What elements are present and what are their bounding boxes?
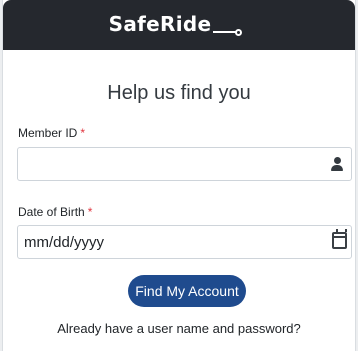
brand-name: SafeRide xyxy=(108,12,212,36)
find-account-button[interactable]: Find My Account xyxy=(128,275,246,307)
required-marker: * xyxy=(80,126,86,140)
member-id-label: Member ID * xyxy=(18,126,86,140)
person-icon xyxy=(330,157,344,173)
brand-logo: SafeRide xyxy=(3,12,355,36)
calendar-icon[interactable] xyxy=(332,229,347,249)
dob-placeholder: mm/dd/yyyy xyxy=(24,234,105,251)
date-of-birth-input[interactable]: mm/dd/yyyy xyxy=(17,225,352,259)
app-header: SafeRide xyxy=(3,0,355,50)
required-marker: * xyxy=(87,205,93,219)
member-id-input[interactable] xyxy=(17,147,352,181)
login-card: SafeRide Help us find you Member ID * Dat… xyxy=(2,0,356,351)
page-title: Help us find you xyxy=(107,82,251,104)
existing-account-link[interactable]: Already have a user name and password? xyxy=(3,321,355,336)
dob-label: Date of Birth * xyxy=(18,205,93,219)
brand-mark-icon xyxy=(213,21,243,36)
